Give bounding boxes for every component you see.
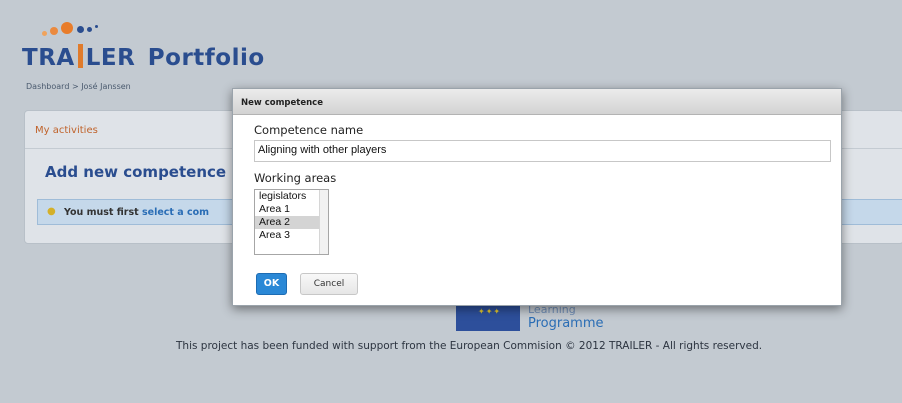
competence-name-input[interactable]: Aligning with other players	[254, 140, 831, 162]
footer-copyright: This project has been funded with suppor…	[176, 340, 763, 352]
ok-button[interactable]: OK	[256, 273, 287, 295]
listbox-option-legislators[interactable]: legislators	[255, 190, 319, 203]
working-areas-label: Working areas	[254, 171, 337, 185]
logo-dots-icon	[36, 18, 136, 42]
trailer-logo[interactable]: TRA LER Portfolio	[22, 18, 265, 74]
dialog-title[interactable]: New competence	[233, 89, 841, 115]
programme-text: Programme	[528, 316, 604, 331]
page-title: Add new competence	[45, 163, 227, 181]
tab-label: My activities	[35, 125, 98, 136]
cancel-button[interactable]: Cancel	[300, 273, 358, 295]
logo-text-ler: LER	[85, 45, 136, 71]
alert-text: You must first	[64, 207, 142, 218]
competence-name-label: Competence name	[254, 123, 364, 137]
listbox-option-area-1[interactable]: Area 1	[255, 203, 319, 216]
logo-text-portfolio: Portfolio	[147, 45, 265, 71]
listbox-option-area-3[interactable]: Area 3	[255, 229, 319, 242]
lightbulb-icon: ●	[47, 206, 56, 217]
logo-wordmark: TRA LER Portfolio	[22, 44, 265, 71]
working-areas-listbox[interactable]: legislators Area 1 Area 2 Area 3	[254, 189, 329, 255]
logo-text-tra: TRA	[22, 45, 75, 71]
eu-flag-icon: ✦✦✦	[456, 302, 520, 331]
select-competence-link[interactable]: select a com	[142, 207, 209, 218]
listbox-scrollbar[interactable]	[319, 190, 328, 254]
breadcrumb[interactable]: Dashboard > José Janssen	[26, 82, 131, 91]
eu-stars-icon: ✦✦✦	[478, 307, 502, 316]
logo-bar-icon	[77, 44, 83, 68]
new-competence-dialog: New competence Competence name Aligning …	[232, 88, 842, 306]
listbox-option-area-2[interactable]: Area 2	[255, 216, 319, 229]
